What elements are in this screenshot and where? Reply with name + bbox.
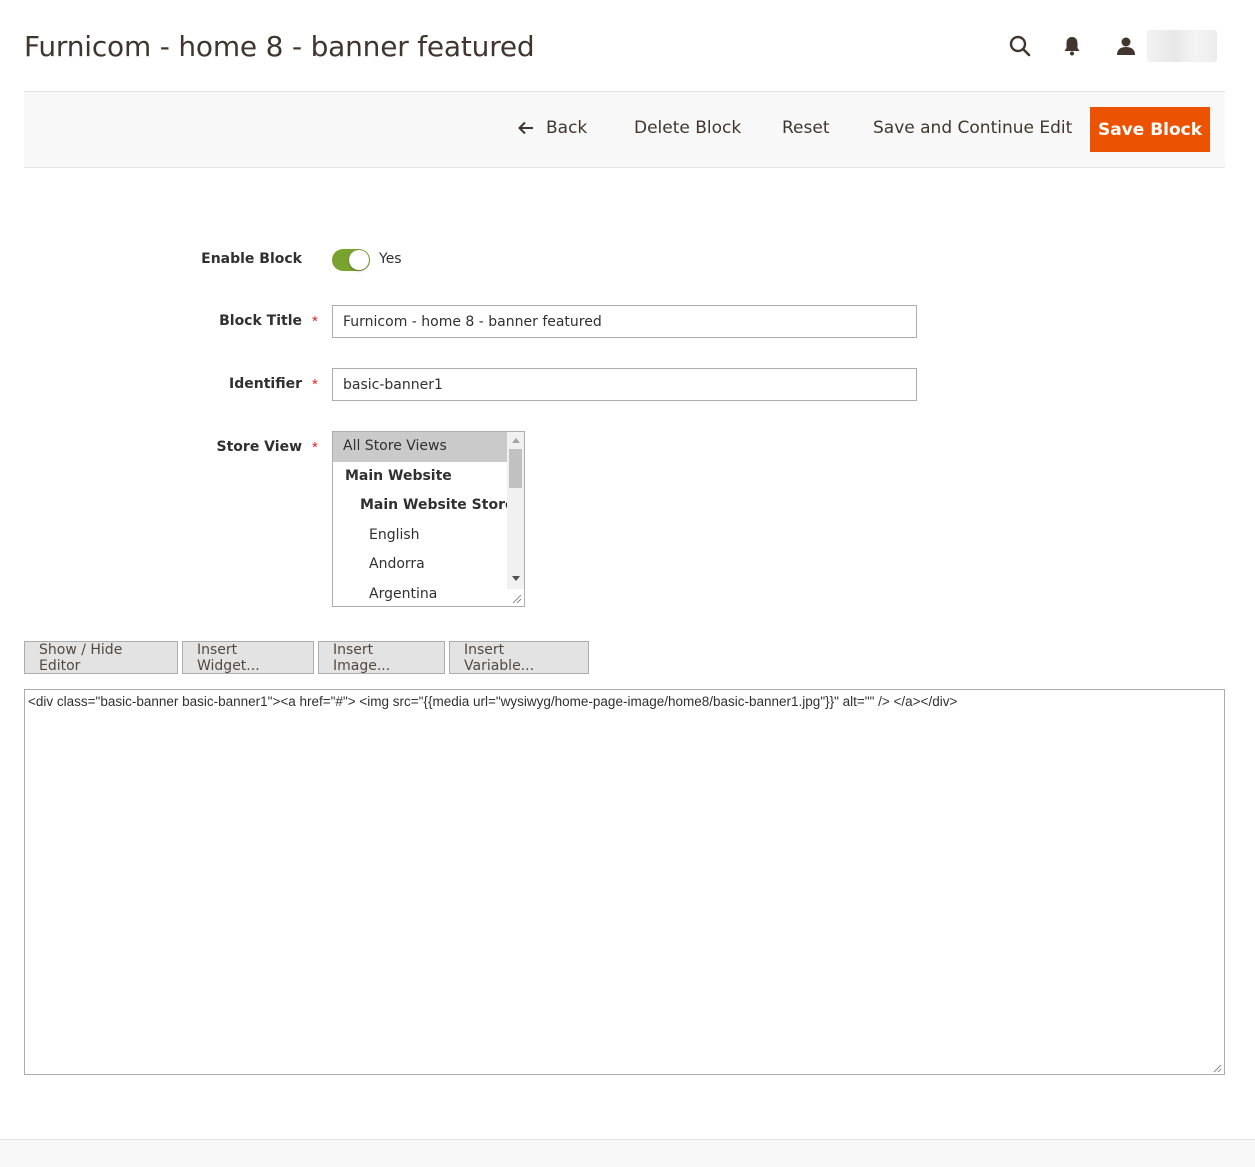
scroll-down-icon[interactable]: [512, 576, 520, 581]
page-title: Furnicom - home 8 - banner featured: [24, 30, 535, 63]
identifier-input[interactable]: [332, 368, 917, 401]
insert-widget-button[interactable]: Insert Widget...: [182, 641, 314, 674]
page-actions-bar: Back Delete Block Reset Save and Continu…: [24, 91, 1225, 168]
resize-handle-icon[interactable]: [507, 589, 524, 606]
required-marker: *: [312, 439, 318, 456]
user-name[interactable]: [1147, 30, 1217, 62]
store-view-option-andorra[interactable]: Andorra: [333, 550, 507, 580]
store-view-option-all[interactable]: All Store Views: [333, 432, 507, 462]
save-block-button[interactable]: Save Block: [1090, 107, 1210, 152]
toggle-knob: [349, 250, 369, 270]
enable-block-label: Enable Block: [201, 251, 302, 267]
back-button[interactable]: Back: [518, 118, 587, 138]
footer: [0, 1139, 1255, 1167]
header-actions: [1005, 30, 1217, 62]
store-view-options: All Store Views Main Website Main Websit…: [333, 432, 514, 606]
enable-block-toggle[interactable]: [332, 249, 370, 271]
save-and-continue-button[interactable]: Save and Continue Edit: [873, 118, 1072, 138]
store-view-multiselect[interactable]: All Store Views Main Website Main Websit…: [332, 431, 525, 607]
store-view-option-english[interactable]: English: [333, 521, 507, 551]
user-icon[interactable]: [1111, 31, 1141, 61]
store-view-option-store[interactable]: Main Website Store: [333, 491, 514, 521]
store-view-option-argentina[interactable]: Argentina: [333, 580, 507, 606]
required-marker: *: [312, 313, 318, 330]
scroll-thumb[interactable]: [509, 449, 522, 488]
insert-image-button[interactable]: Insert Image...: [318, 641, 445, 674]
search-icon[interactable]: [1005, 31, 1035, 61]
textarea-resize-icon[interactable]: [1212, 1063, 1222, 1073]
show-hide-editor-button[interactable]: Show / Hide Editor: [24, 641, 178, 674]
back-label: Back: [546, 118, 588, 138]
enable-block-value: Yes: [379, 251, 402, 267]
identifier-label: Identifier: [229, 376, 302, 392]
block-title-label: Block Title: [219, 313, 302, 329]
bell-icon[interactable]: [1057, 31, 1087, 61]
store-view-scrollbar[interactable]: [507, 432, 524, 606]
store-view-option-website[interactable]: Main Website: [333, 462, 507, 492]
insert-variable-button[interactable]: Insert Variable...: [449, 641, 589, 674]
scroll-up-icon[interactable]: [512, 438, 520, 443]
block-title-input[interactable]: [332, 305, 917, 338]
delete-block-button[interactable]: Delete Block: [634, 118, 741, 138]
content-textarea[interactable]: <div class="basic-banner basic-banner1">…: [24, 689, 1225, 1075]
arrow-left-icon: [518, 121, 533, 135]
reset-button[interactable]: Reset: [782, 118, 830, 138]
store-view-label: Store View: [216, 439, 302, 455]
required-marker: *: [312, 376, 318, 393]
